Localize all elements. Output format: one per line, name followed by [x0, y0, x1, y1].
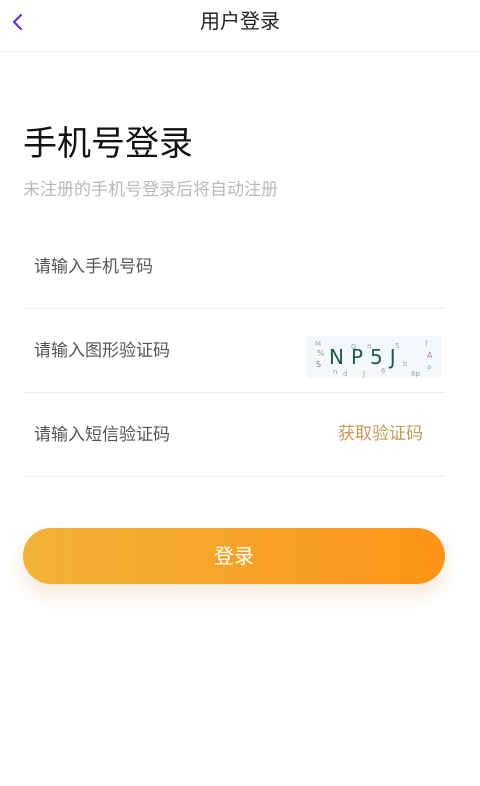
nav-bar: 用户登录: [0, 0, 480, 52]
svg-text:6p: 6p: [411, 370, 420, 378]
login-button[interactable]: 登录: [23, 528, 445, 584]
phone-input[interactable]: [34, 225, 294, 308]
page-title: 手机号登录: [23, 124, 193, 164]
captcha-image[interactable]: M % S n d G J a 6 S b 6p f A a NP5J: [307, 336, 441, 378]
svg-text:b: b: [403, 360, 408, 368]
sms-code-field: 获取验证码: [24, 393, 445, 477]
svg-text:S: S: [316, 360, 321, 369]
nav-title: 用户登录: [200, 9, 280, 33]
svg-text:n: n: [333, 368, 337, 376]
get-code-button[interactable]: 获取验证码: [338, 393, 423, 476]
svg-text:d: d: [343, 370, 347, 378]
page-subtitle: 未注册的手机号登录后将自动注册: [23, 180, 278, 200]
svg-text:A: A: [427, 351, 433, 360]
svg-text:%: %: [317, 349, 325, 358]
svg-text:a: a: [427, 363, 431, 371]
login-page: 用户登录 手机号登录 未注册的手机号登录后将自动注册 M % S n d G J…: [0, 0, 480, 786]
captcha-input[interactable]: [34, 309, 294, 392]
sms-code-input[interactable]: [34, 393, 294, 476]
phone-field: [24, 225, 445, 309]
svg-text:M: M: [315, 340, 321, 348]
captcha-text: NP5J: [329, 345, 403, 369]
captcha-field: M % S n d G J a 6 S b 6p f A a NP5J: [24, 309, 445, 393]
svg-text:J: J: [362, 370, 365, 378]
